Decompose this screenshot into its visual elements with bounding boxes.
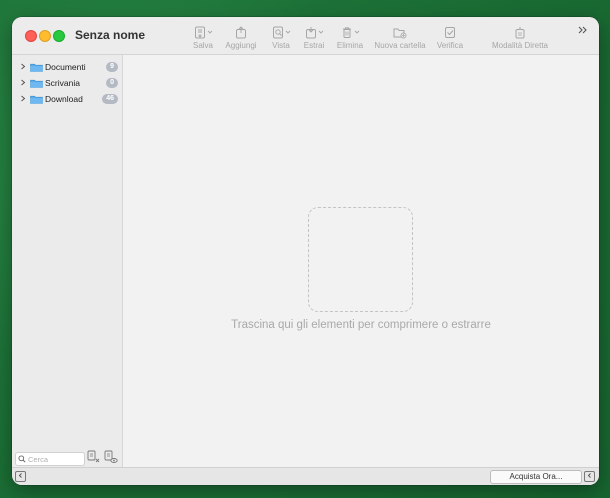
sidebar-options-button[interactable] — [87, 450, 101, 464]
chevron-down-icon — [285, 30, 290, 34]
chevron-down-icon — [318, 30, 323, 34]
disclosure-arrow-icon[interactable] — [20, 95, 30, 104]
save-button[interactable]: Salva — [190, 24, 216, 50]
new-folder-button[interactable]: Nuova cartella — [372, 24, 428, 50]
sidebar: Documenti 9 Scrivania 0 Download 46 — [12, 55, 123, 467]
verify-icon — [445, 26, 455, 38]
title-bar: Senza nome Salva Aggiungi Vista Estrai E… — [12, 17, 599, 55]
folder-icon — [30, 79, 43, 88]
app-window: Senza nome Salva Aggiungi Vista Estrai E… — [12, 17, 599, 485]
search-icon — [16, 455, 28, 463]
arrow-left-icon — [587, 473, 591, 478]
sidebar-item-label: Documenti — [45, 62, 86, 72]
direct-mode-label: Modalità Diretta — [491, 41, 549, 50]
disclosure-arrow-icon[interactable] — [20, 63, 30, 72]
sidebar-item-label: Scrivania — [45, 78, 80, 88]
arrow-left-icon — [18, 473, 22, 478]
bottom-bar: Acquista Ora... — [12, 467, 599, 485]
verify-button[interactable]: Verifica — [432, 24, 468, 50]
buy-now-button[interactable]: Acquista Ora... — [490, 470, 582, 484]
disclosure-arrow-icon[interactable] — [20, 79, 30, 88]
search-field[interactable]: Cerca — [15, 452, 85, 466]
close-button[interactable] — [25, 30, 37, 42]
sidebar-item-documents[interactable]: Documenti 9 — [20, 60, 120, 74]
new-folder-label: Nuova cartella — [374, 41, 426, 50]
trash-icon — [342, 26, 351, 38]
folder-icon — [30, 95, 43, 104]
add-icon — [236, 25, 246, 38]
extract-icon — [305, 26, 316, 38]
view-label: Vista — [272, 41, 290, 50]
chevron-down-icon — [354, 30, 359, 34]
archive-options-icon — [87, 450, 100, 463]
delete-button[interactable]: Elimina — [335, 24, 365, 50]
preview-icon — [104, 450, 118, 463]
add-label: Aggiungi — [225, 41, 257, 50]
count-badge: 9 — [106, 62, 118, 72]
drop-area[interactable]: Trascina qui gli elementi per comprimere… — [123, 55, 599, 467]
collapse-right-button[interactable] — [584, 471, 595, 482]
direct-mode-button[interactable]: Modalità Diretta — [487, 24, 553, 50]
collapse-left-button[interactable] — [15, 471, 26, 482]
chevron-down-icon — [207, 30, 212, 34]
sidebar-item-downloads[interactable]: Download 46 — [20, 92, 120, 106]
save-label: Salva — [192, 41, 213, 50]
extract-button[interactable]: Estrai — [301, 24, 327, 50]
count-badge: 0 — [106, 78, 118, 88]
drop-hint: Trascina qui gli elementi per comprimere… — [231, 319, 491, 331]
preview-toggle-button[interactable] — [104, 450, 118, 464]
delete-label: Elimina — [336, 41, 364, 50]
drop-target[interactable] — [308, 207, 413, 312]
new-folder-icon — [393, 28, 407, 38]
search-placeholder: Cerca — [28, 454, 49, 464]
zoom-button[interactable] — [53, 30, 65, 42]
view-icon — [272, 26, 283, 38]
add-button[interactable]: Aggiungi — [222, 24, 260, 50]
verify-label: Verifica — [436, 41, 464, 50]
extract-label: Estrai — [303, 41, 325, 50]
save-icon — [194, 26, 205, 38]
sidebar-item-desktop[interactable]: Scrivania 0 — [20, 76, 120, 90]
folder-icon — [30, 63, 43, 72]
direct-mode-icon — [515, 26, 525, 38]
view-button[interactable]: Vista — [268, 24, 294, 50]
count-badge: 46 — [102, 94, 118, 104]
window-title: Senza nome — [75, 28, 146, 42]
toolbar-overflow-button[interactable] — [577, 24, 589, 39]
minimize-button[interactable] — [39, 30, 51, 42]
chevrons-right-icon — [578, 26, 587, 34]
sidebar-item-label: Download — [45, 94, 83, 104]
